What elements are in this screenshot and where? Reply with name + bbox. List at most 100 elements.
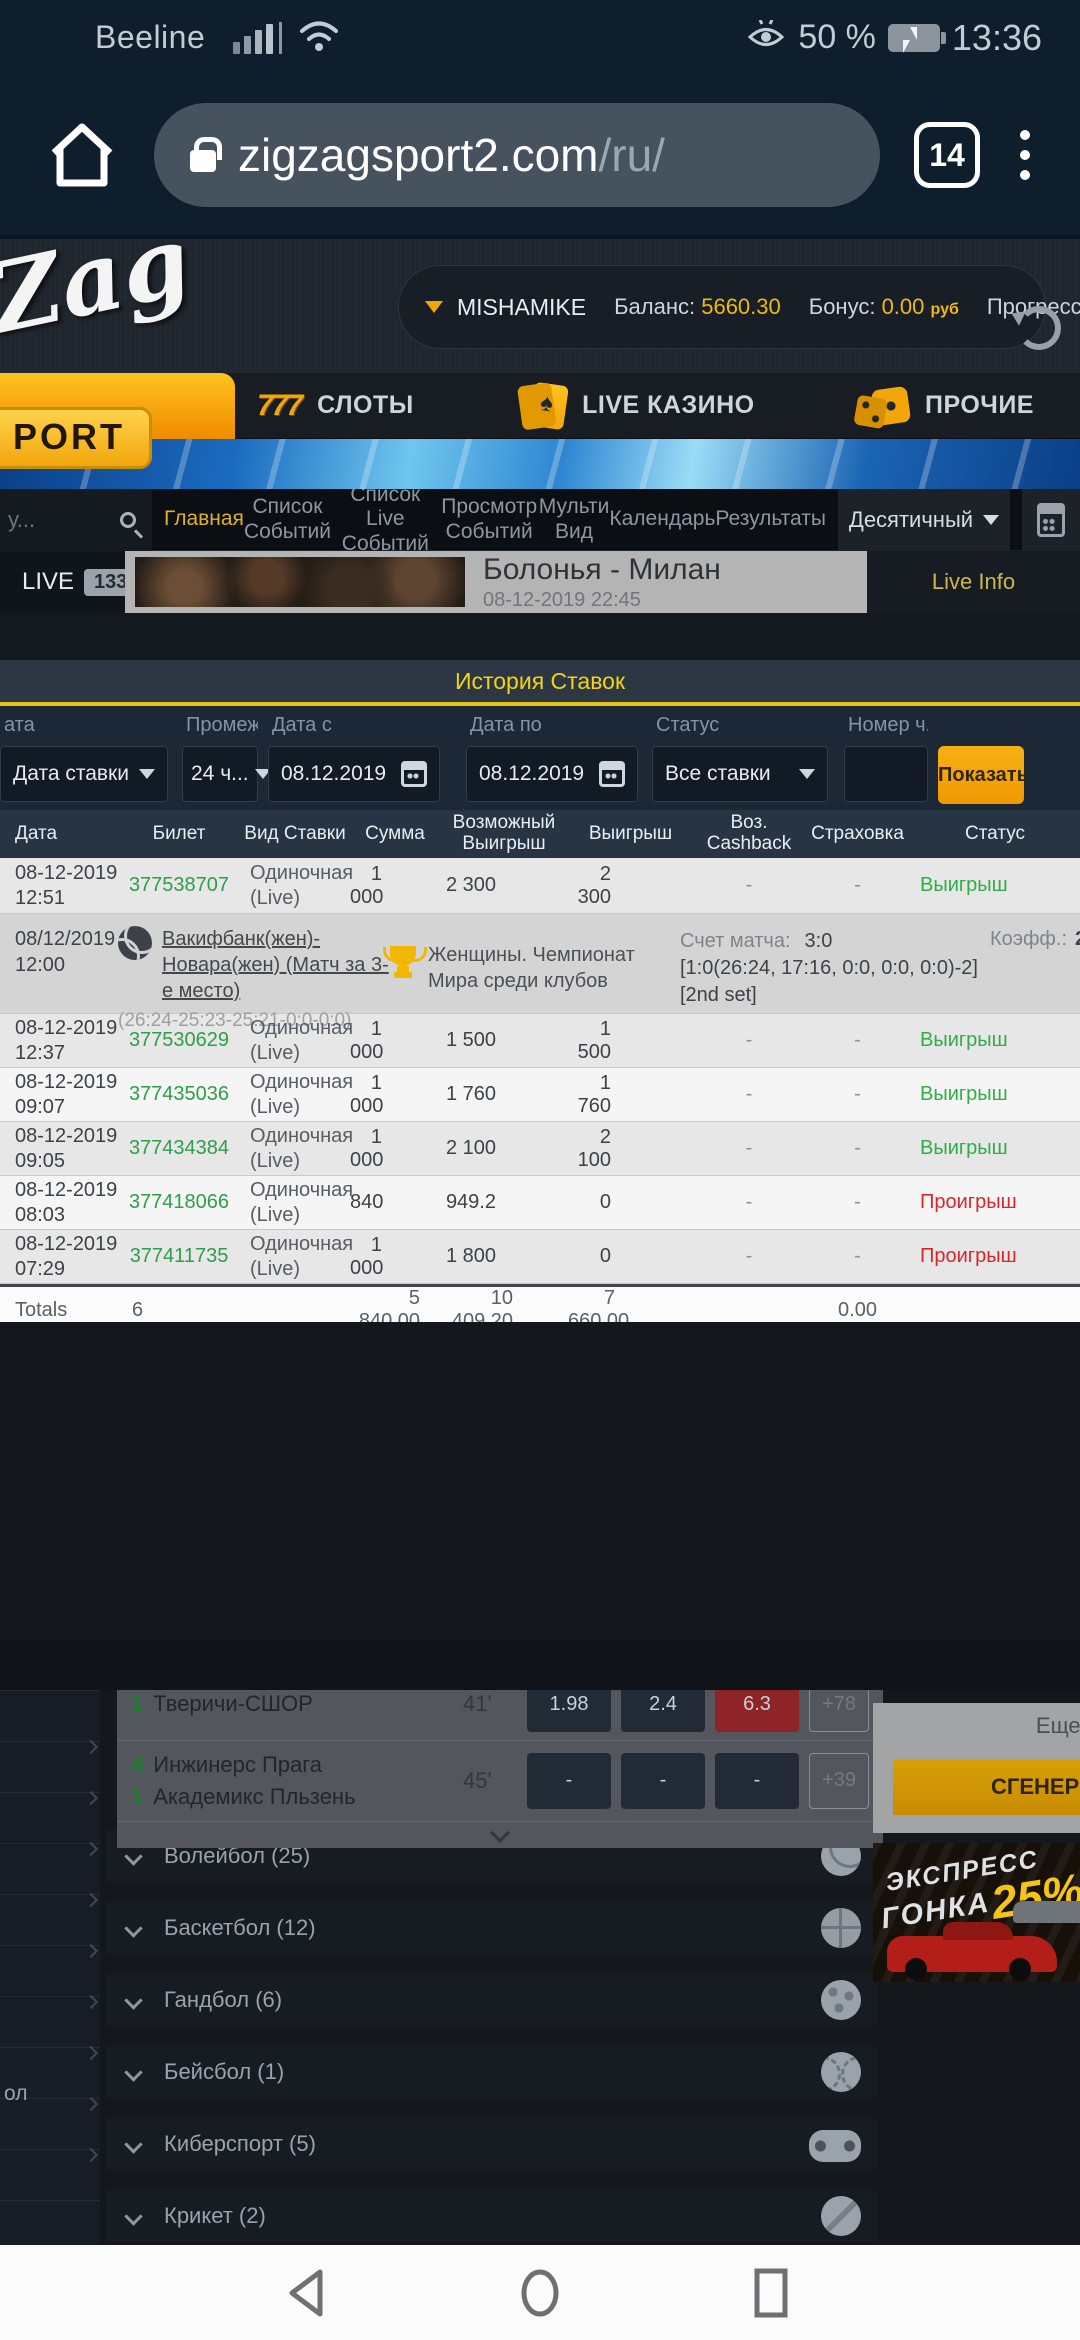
bet-table-header: ДатаБилетВид СтавкиСуммаВозможный Выигры… bbox=[0, 810, 1080, 858]
volleyball-icon bbox=[118, 926, 152, 960]
filter-date[interactable]: 08.12.2019 bbox=[466, 746, 638, 802]
chevron-down-icon bbox=[124, 2135, 142, 2153]
live-info-link[interactable]: Live Info bbox=[932, 569, 1015, 595]
win-amount: 0 bbox=[568, 1191, 693, 1214]
accordion-handball[interactable]: Гандбол (6) bbox=[105, 1974, 877, 2026]
url-bar[interactable]: zigzagsport2.com/ru/ bbox=[154, 103, 880, 207]
promo-strip bbox=[0, 439, 1080, 489]
bet-type: Одиночная(Live) bbox=[240, 861, 350, 911]
chevron-icon bbox=[84, 2148, 98, 2162]
filter-select[interactable]: Дата ставки bbox=[0, 746, 168, 802]
bet-type: Одиночная(Live) bbox=[240, 1070, 350, 1120]
cashback: - bbox=[693, 874, 805, 897]
chevron-down-icon bbox=[124, 2063, 142, 2081]
odds-format-select[interactable]: Десятичный bbox=[838, 489, 1010, 551]
refresh-icon[interactable] bbox=[1017, 306, 1061, 350]
url-text: zigzagsport2.com/ru/ bbox=[238, 128, 665, 182]
accordion-gamepad[interactable]: Киберспорт (5) bbox=[105, 2118, 877, 2170]
filter-date[interactable]: 08.12.2019 bbox=[268, 746, 440, 802]
gamepad-icon bbox=[809, 2130, 861, 2162]
tab-dice[interactable]: ПРОЧИЕ bbox=[873, 388, 1034, 424]
screen: { "status_bar": { "carrier": "Beeline", … bbox=[0, 0, 1080, 2340]
accordion-label: Крикет (2) bbox=[164, 2203, 821, 2229]
possible-win: 1 500 bbox=[440, 1029, 568, 1052]
ticket-link[interactable]: 377435036 bbox=[118, 1083, 240, 1106]
insurance: - bbox=[805, 1191, 910, 1214]
tab-counter-button[interactable]: 14 bbox=[914, 122, 980, 188]
android-home-button[interactable] bbox=[513, 2267, 567, 2324]
status-badge: Проигрыш bbox=[910, 1245, 1080, 1268]
tab-slots[interactable]: 777СЛОТЫ bbox=[257, 389, 414, 423]
filter-input[interactable] bbox=[844, 746, 928, 802]
race-car-icon bbox=[887, 1936, 1057, 1972]
chevron-down-icon bbox=[799, 769, 815, 779]
win-amount: 2 100 bbox=[568, 1126, 693, 1172]
bet-sum: 1 000 bbox=[350, 863, 440, 909]
calendar-icon bbox=[401, 761, 427, 787]
bet-row: 08-12-201909:07377435036Одиночная(Live)1… bbox=[0, 1068, 1080, 1122]
status-badge: Выигрыш bbox=[910, 874, 1080, 897]
filter-select[interactable]: Все ставки bbox=[652, 746, 828, 802]
bet-date: 08-12-201912:51 bbox=[0, 861, 118, 911]
home-icon[interactable] bbox=[44, 119, 120, 191]
search-input[interactable]: у... bbox=[0, 489, 152, 551]
odd-button[interactable]: - bbox=[715, 1753, 799, 1809]
ticket-link[interactable]: 377530629 bbox=[118, 1029, 240, 1052]
coefficient: 2.3 bbox=[1075, 928, 1080, 951]
bet-date: 08-12-201908:03 bbox=[0, 1178, 118, 1228]
filter-select[interactable]: 24 ч... bbox=[182, 746, 258, 802]
spacer bbox=[0, 613, 1080, 660]
nav-item[interactable]: Главная bbox=[164, 507, 244, 531]
ticket-link[interactable]: 377538707 bbox=[118, 874, 240, 897]
match-teams: 1Тверичи-СШОР bbox=[131, 1688, 463, 1720]
nav-item[interactable]: Список Событий bbox=[244, 495, 331, 543]
cashback: - bbox=[693, 1245, 805, 1268]
more-link[interactable]: Еще... bbox=[1036, 1713, 1080, 1739]
bet-date: 08-12-201909:07 bbox=[0, 1070, 118, 1120]
calculator-icon bbox=[1037, 503, 1065, 537]
calculator-button[interactable] bbox=[1022, 489, 1080, 551]
android-back-button[interactable] bbox=[282, 2267, 336, 2324]
tab-cards[interactable]: LIVE КАЗИНО bbox=[532, 384, 754, 428]
bet-sum: 1 000 bbox=[350, 1018, 440, 1064]
filter-label: Дата с bbox=[268, 706, 440, 737]
android-recents-button[interactable] bbox=[744, 2267, 798, 2324]
express-race-ad[interactable]: ЭКСПРЕСС ГОНКА 25% bbox=[873, 1843, 1080, 1982]
match-banner[interactable]: Болонья - Милан 08-12-2019 22:45 bbox=[125, 551, 867, 613]
ticket-link[interactable]: 377418066 bbox=[118, 1191, 240, 1214]
column-header: Возможный Выигрыш bbox=[440, 813, 568, 855]
odd-button[interactable]: - bbox=[527, 1753, 611, 1809]
accordion-basketball[interactable]: Баскетбол (12) bbox=[105, 1902, 877, 1954]
account-chevron-down-icon[interactable] bbox=[425, 301, 443, 313]
nav-item[interactable]: Результаты bbox=[715, 507, 826, 531]
column-header: Дата bbox=[0, 824, 118, 845]
page-behind: ол 1Тверичи-СШОР41'1.982.46.3+784Инжинер… bbox=[0, 1322, 1080, 2245]
filter-field: Дата с08.12.2019 bbox=[268, 706, 440, 737]
show-button[interactable]: Показать bbox=[938, 746, 1024, 804]
bet-type: Одиночная(Live) bbox=[240, 1016, 350, 1066]
ticket-link[interactable]: 377434384 bbox=[118, 1137, 240, 1160]
chevron-down-icon bbox=[124, 1991, 142, 2009]
browser-menu-icon[interactable] bbox=[1014, 124, 1036, 186]
chevron-icon bbox=[84, 1842, 98, 1856]
filter-label: Номер ч... bbox=[844, 706, 928, 737]
username[interactable]: MISHAMIKE bbox=[457, 294, 586, 321]
column-header: Выигрыш bbox=[568, 824, 693, 845]
accordion-cricket[interactable]: Крикет (2) bbox=[105, 2190, 877, 2242]
generate-button[interactable]: СГЕНЕРИ bbox=[893, 1759, 1080, 1815]
ticket-link[interactable]: 377411735 bbox=[118, 1245, 240, 1268]
event-row[interactable]: 4Инжинерс Прага1Академикс Пльзень45'---+… bbox=[117, 1741, 883, 1822]
bet-type: Одиночная(Live) bbox=[240, 1232, 350, 1282]
odd-button[interactable]: - bbox=[621, 1753, 705, 1809]
more-odds-button[interactable]: +39 bbox=[809, 1753, 869, 1809]
nav-item[interactable]: Просмотр Событий bbox=[440, 495, 539, 543]
totals-row: Totals 6 5 840.00 10 409.20 7 660.00 0.0… bbox=[0, 1284, 1080, 1322]
accordion-baseball[interactable]: Бейсбол (1) bbox=[105, 2046, 877, 2098]
nav-item[interactable]: Мульти Вид bbox=[539, 495, 610, 543]
expand-chevron[interactable] bbox=[117, 1822, 883, 1842]
nav-item[interactable]: Список Live Событий bbox=[331, 483, 440, 555]
cashback: - bbox=[693, 1191, 805, 1214]
match-link[interactable]: Вакифбанк(жен)-Новара(жен) (Матч за 3-е … bbox=[162, 926, 390, 1004]
nav-item[interactable]: Календарь bbox=[609, 507, 715, 531]
basketball-icon bbox=[821, 1908, 861, 1948]
